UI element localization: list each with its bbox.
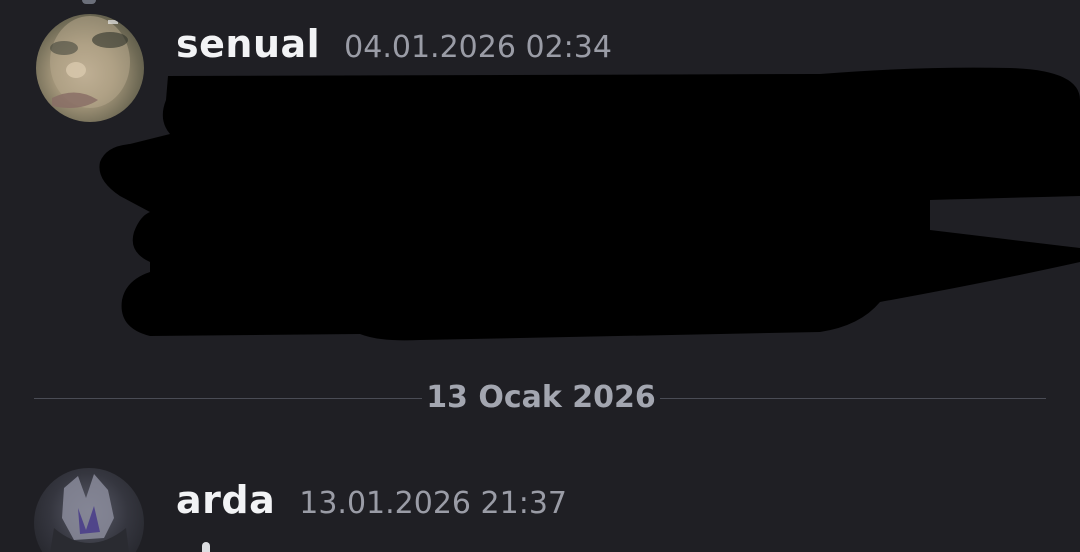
redacted-message-content [99,67,1080,341]
username[interactable]: arda [176,478,275,522]
divider-date-label: 13 Ocak 2026 [426,380,656,415]
message-text-cutoff [176,542,216,552]
divider-line-left [34,398,422,399]
message-header: arda 13.01.2026 21:37 [176,478,567,522]
date-divider: 13 Ocak 2026 [34,378,1046,418]
chat-view: senual 04.01.2026 02:34 13 Ocak 2026 ard… [0,0,1080,552]
divider-line-right [660,398,1046,399]
timestamp: 13.01.2026 21:37 [299,486,567,521]
